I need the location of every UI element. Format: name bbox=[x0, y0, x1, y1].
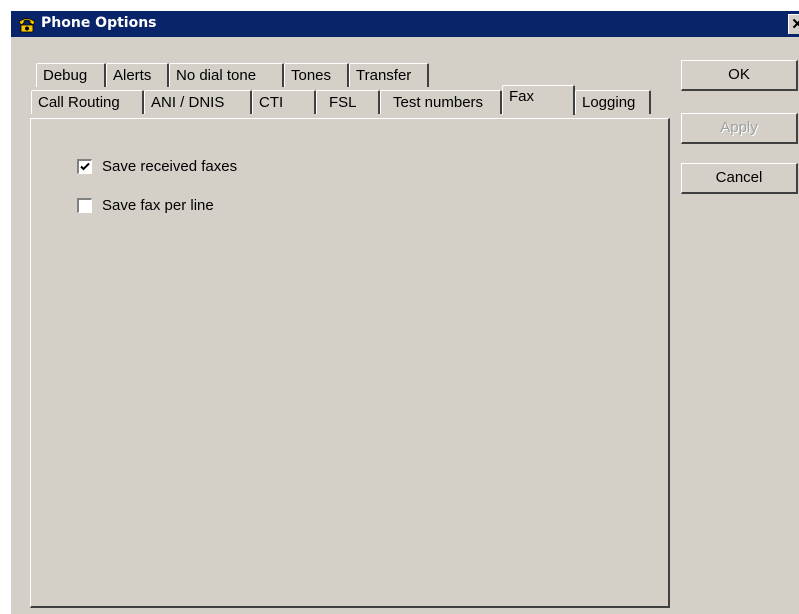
ok-button[interactable]: OK bbox=[681, 60, 798, 91]
tab-fsl[interactable]: FSL bbox=[316, 90, 380, 114]
tab-test-numbers[interactable]: Test numbers bbox=[380, 90, 502, 114]
tab-call-routing[interactable]: Call Routing bbox=[31, 90, 144, 114]
phone-options-dialog: Phone Options ✕ Debug Alerts No dial ton… bbox=[10, 10, 799, 614]
tab-logging[interactable]: Logging bbox=[575, 90, 651, 114]
tab-tones[interactable]: Tones bbox=[284, 63, 349, 87]
tab-transfer[interactable]: Transfer bbox=[349, 63, 429, 87]
title-bar[interactable]: Phone Options ✕ bbox=[11, 11, 799, 37]
save-fax-per-line-label: Save fax per line bbox=[102, 197, 214, 214]
fax-tab-panel: Save received faxes Save fax per line bbox=[30, 118, 670, 608]
tab-debug[interactable]: Debug bbox=[36, 63, 106, 87]
cancel-button[interactable]: Cancel bbox=[681, 163, 798, 194]
save-received-faxes-label: Save received faxes bbox=[102, 158, 238, 175]
tab-no-dial-tone[interactable]: No dial tone bbox=[169, 63, 284, 87]
tab-ani-dnis[interactable]: ANI / DNIS bbox=[144, 90, 252, 114]
close-button[interactable]: ✕ bbox=[788, 14, 799, 34]
window-title: Phone Options bbox=[41, 15, 157, 31]
tab-fax[interactable]: Fax bbox=[502, 85, 575, 115]
tab-cti[interactable]: CTI bbox=[252, 90, 316, 114]
save-received-faxes-checkbox[interactable] bbox=[77, 159, 92, 174]
apply-button[interactable]: Apply bbox=[681, 113, 798, 144]
phone-icon bbox=[17, 14, 37, 34]
save-fax-per-line-checkbox[interactable] bbox=[77, 198, 92, 213]
tab-alerts[interactable]: Alerts bbox=[106, 63, 169, 87]
